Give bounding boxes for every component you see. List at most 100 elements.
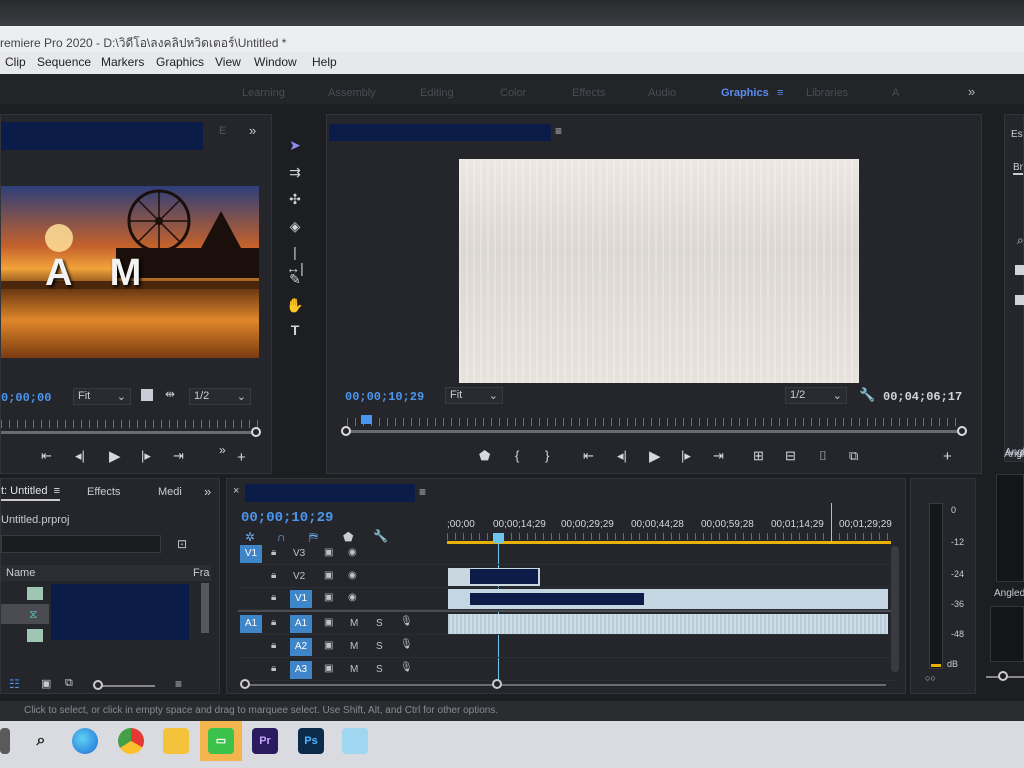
mark-in-icon[interactable]: ⇤ <box>41 448 52 464</box>
tab-project[interactable]: t: Untitled ≡ <box>1 485 61 501</box>
menu-view[interactable]: View <box>215 55 241 69</box>
mute-button[interactable]: M <box>350 641 358 652</box>
razor-tool-icon[interactable]: ◈ <box>286 218 304 235</box>
column-name[interactable]: Name <box>6 567 35 579</box>
clip-a1[interactable] <box>448 614 888 634</box>
lock-icon[interactable]: 🔒︎ <box>271 592 276 603</box>
menu-help[interactable]: Help <box>312 55 337 69</box>
workspace-learning[interactable]: Learning <box>242 87 285 99</box>
timeline-settings-wrench-icon[interactable]: 🔧 <box>373 529 388 543</box>
sync-lock-icon[interactable]: ▣ <box>324 663 333 674</box>
menu-window[interactable]: Window <box>254 55 297 69</box>
menu-markers[interactable]: Markers <box>101 55 144 69</box>
lock-icon[interactable]: 🔒︎ <box>271 617 276 628</box>
tab-media-browser[interactable]: Medi <box>158 486 182 498</box>
program-zoom-handle-left[interactable] <box>341 426 351 436</box>
step-back-icon[interactable]: ◂| <box>75 448 85 464</box>
program-fit-dropdown[interactable]: Fit ⌄ <box>445 387 503 404</box>
program-add-button-icon[interactable]: + <box>943 448 952 465</box>
export-frame-camera-icon[interactable]: ⌷ <box>819 448 827 464</box>
solo-button[interactable]: S <box>376 618 383 629</box>
sequence-tab-menu-icon[interactable]: ≡ <box>419 485 426 499</box>
track-name-a3[interactable]: A3 <box>290 661 312 679</box>
track-select-tool-icon[interactable]: ⇉ <box>286 164 304 181</box>
program-playhead-marker[interactable] <box>361 415 372 424</box>
right-panel-zoom-handle[interactable] <box>998 671 1008 681</box>
go-to-out-icon[interactable]: ⇥ <box>713 448 724 464</box>
checkbox-1[interactable] <box>1015 265 1024 275</box>
project-overflow-icon[interactable]: » <box>204 484 211 499</box>
step-back-icon[interactable]: ◂| <box>617 448 627 464</box>
source-tab-e[interactable]: E <box>219 125 226 137</box>
program-scrub-bar[interactable] <box>347 430 959 433</box>
type-tool-icon[interactable]: T <box>286 322 304 338</box>
track-name-a1[interactable]: A1 <box>290 615 312 633</box>
list-view-icon[interactable]: ☷ <box>9 677 20 691</box>
source-overflow-icon[interactable]: » <box>249 123 256 138</box>
sync-lock-icon[interactable]: ▣ <box>324 592 333 603</box>
premiere-icon[interactable]: Pr <box>252 728 278 754</box>
project-item-row-2[interactable]: ⧖ <box>1 604 49 624</box>
track-name-v1[interactable]: V1 <box>290 590 312 608</box>
source-zoom-handle[interactable] <box>251 427 261 437</box>
solo-button[interactable]: S <box>376 641 383 652</box>
step-forward-icon[interactable]: |▸ <box>681 448 691 464</box>
line-icon[interactable]: ▭ <box>208 728 234 754</box>
add-marker-icon[interactable]: ⬟ <box>479 448 490 464</box>
mark-out-icon[interactable]: } <box>545 448 549 463</box>
program-tab-redacted[interactable] <box>329 124 551 141</box>
voiceover-mic-icon[interactable]: 🎙︎ <box>400 662 413 673</box>
workspace-graphics[interactable]: Graphics <box>721 87 769 99</box>
linked-selection-icon[interactable]: ∩ <box>277 530 286 544</box>
settings-wrench-icon[interactable]: 🔧 <box>859 387 875 403</box>
eye-icon[interactable]: ◉ <box>348 592 357 603</box>
sequence-tab-redacted[interactable] <box>245 484 415 502</box>
workspace-audio[interactable]: Audio <box>648 87 676 99</box>
photoshop-icon[interactable]: Ps <box>298 728 324 754</box>
right-panel-tab-browse[interactable]: Br <box>1013 162 1023 175</box>
sync-lock-icon[interactable]: ▣ <box>324 547 333 558</box>
lock-icon[interactable]: 🔒︎ <box>271 640 276 651</box>
marker-icon[interactable]: ⬟ <box>343 530 353 544</box>
source-tab-redacted[interactable] <box>1 122 203 150</box>
project-zoom-handle[interactable] <box>93 680 103 690</box>
safe-margins-icon[interactable] <box>141 389 153 401</box>
lift-icon[interactable]: ⊞ <box>753 448 764 464</box>
voiceover-mic-icon[interactable]: 🎙︎ <box>400 639 413 650</box>
workspace-color[interactable]: Color <box>500 87 526 99</box>
sync-lock-icon[interactable]: ▣ <box>324 617 333 628</box>
template-preview-1[interactable] <box>996 474 1024 582</box>
chrome-icon[interactable] <box>118 728 144 754</box>
sync-lock-icon[interactable]: ▣ <box>324 640 333 651</box>
clip-v1[interactable] <box>448 589 888 609</box>
checkbox-2[interactable] <box>1015 295 1024 305</box>
source-patch-v1[interactable]: V1 <box>240 545 262 563</box>
menu-clip[interactable]: Clip <box>5 55 26 69</box>
source-resolution-dropdown[interactable]: 1/2 ⌄ <box>189 388 251 405</box>
comparison-view-icon[interactable]: ⧉ <box>849 448 858 464</box>
freeform-view-icon[interactable]: ⧉ <box>65 677 73 690</box>
mark-in-icon[interactable]: { <box>515 448 519 463</box>
menu-graphics[interactable]: Graphics <box>156 55 204 69</box>
timeline-scroll-handle-left[interactable] <box>240 679 250 689</box>
track-name-a2[interactable]: A2 <box>290 638 312 656</box>
workspace-menu-icon[interactable]: ≡ <box>777 87 783 99</box>
ripple-edit-tool-icon[interactable]: ✣ <box>286 191 304 208</box>
go-to-in-icon[interactable]: ⇤ <box>583 448 594 464</box>
hand-tool-icon[interactable]: ✋ <box>286 297 304 314</box>
project-zoom-slider[interactable] <box>97 685 155 687</box>
source-scrub-bar[interactable] <box>1 431 259 434</box>
av-divider[interactable] <box>238 610 898 612</box>
close-sequence-icon[interactable]: × <box>233 485 239 497</box>
program-zoom-handle-right[interactable] <box>957 426 967 436</box>
sync-lock-icon[interactable]: ▣ <box>324 570 333 581</box>
snap-icon[interactable]: ✲ <box>245 530 255 544</box>
solo-button[interactable]: S <box>376 664 383 675</box>
menu-sequence[interactable]: Sequence <box>37 55 91 69</box>
solo-meter-buttons[interactable]: ○○ <box>925 673 936 683</box>
workspace-overflow-icon[interactable]: » <box>968 84 975 99</box>
windows-icon[interactable] <box>0 728 10 754</box>
lock-icon[interactable]: 🔒︎ <box>271 547 276 558</box>
program-tab-menu-icon[interactable]: ≡ <box>555 124 562 138</box>
clip-v2[interactable] <box>448 568 540 586</box>
